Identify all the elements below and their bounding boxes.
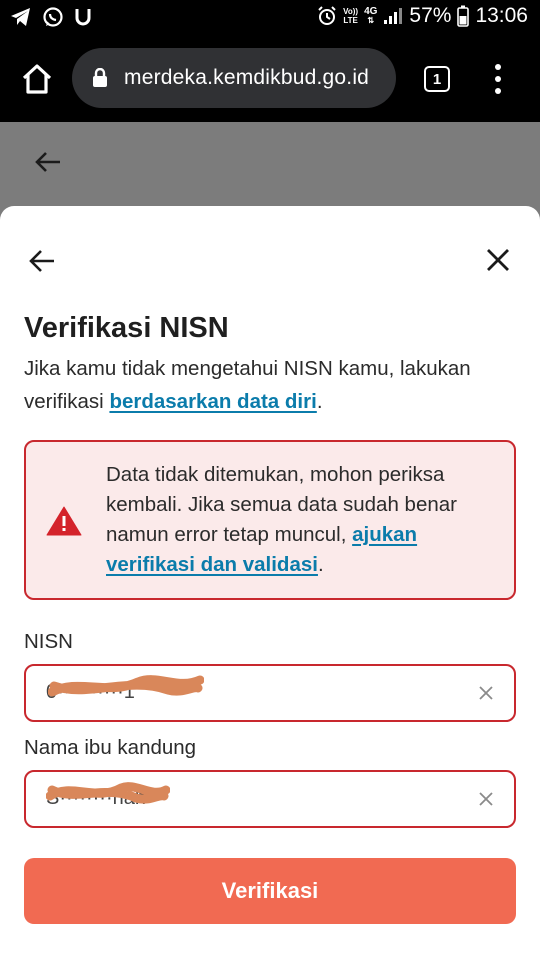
- redaction-scribble: [48, 675, 204, 697]
- more-menu-icon[interactable]: [488, 64, 508, 94]
- close-icon[interactable]: [486, 248, 510, 272]
- whatsapp-icon: [43, 7, 63, 27]
- alarm-icon: [318, 6, 336, 25]
- network-type-text: 4G: [364, 6, 378, 17]
- warning-icon: [46, 506, 82, 536]
- back-arrow-icon[interactable]: [28, 248, 56, 274]
- mother-name-field[interactable]: S········nah: [24, 770, 516, 828]
- url-text: merdeka.kemdikbud.go.id: [124, 66, 370, 89]
- home-icon[interactable]: [20, 62, 54, 96]
- mother-name-label: Nama ibu kandung: [24, 736, 197, 759]
- nisn-field[interactable]: 0··········1: [24, 664, 516, 722]
- page-title: Verifikasi NISN: [24, 312, 229, 344]
- browser-toolbar: merdeka.kemdikbud.go.id 1: [0, 36, 540, 122]
- clear-icon[interactable]: [478, 791, 494, 807]
- system-status: Vo)) LTE 4G ⇅ 57% 13:06: [317, 4, 528, 28]
- u-icon: [75, 9, 91, 26]
- volte-text: Vo)): [343, 7, 359, 16]
- nisn-label: NISN: [24, 630, 73, 653]
- notification-icons: [10, 6, 92, 28]
- address-bar[interactable]: merdeka.kemdikbud.go.id: [72, 48, 396, 108]
- battery-level: 57%: [409, 4, 452, 27]
- verification-sheet: Verifikasi NISN Jika kamu tidak mengetah…: [0, 206, 540, 960]
- description-end: .: [316, 390, 323, 413]
- redaction-scribble: [46, 782, 170, 804]
- description: Jika kamu tidak mengetahui NISN kamu, la…: [24, 352, 524, 418]
- back-arrow-icon: [35, 152, 60, 172]
- error-message: Data tidak ditemukan, mohon periksa kemb…: [106, 460, 506, 580]
- telegram-icon: [11, 8, 30, 26]
- lock-icon: [93, 68, 107, 87]
- error-end: .: [317, 553, 324, 576]
- tab-switcher-button[interactable]: 1: [424, 66, 450, 92]
- signal-icon: [384, 8, 403, 24]
- network-type: 4G ⇅: [364, 6, 378, 26]
- self-data-link[interactable]: berdasarkan data diri: [109, 390, 316, 413]
- status-bar: Vo)) LTE 4G ⇅ 57% 13:06: [0, 0, 540, 36]
- battery-icon: [457, 5, 470, 27]
- lte-text: LTE: [343, 16, 358, 25]
- verify-button[interactable]: Verifikasi: [24, 858, 516, 924]
- clock: 13:06: [475, 4, 528, 27]
- clear-icon[interactable]: [478, 685, 494, 701]
- error-alert: Data tidak ditemukan, mohon periksa kemb…: [24, 440, 516, 600]
- volte-indicator: Vo)) LTE: [343, 7, 358, 25]
